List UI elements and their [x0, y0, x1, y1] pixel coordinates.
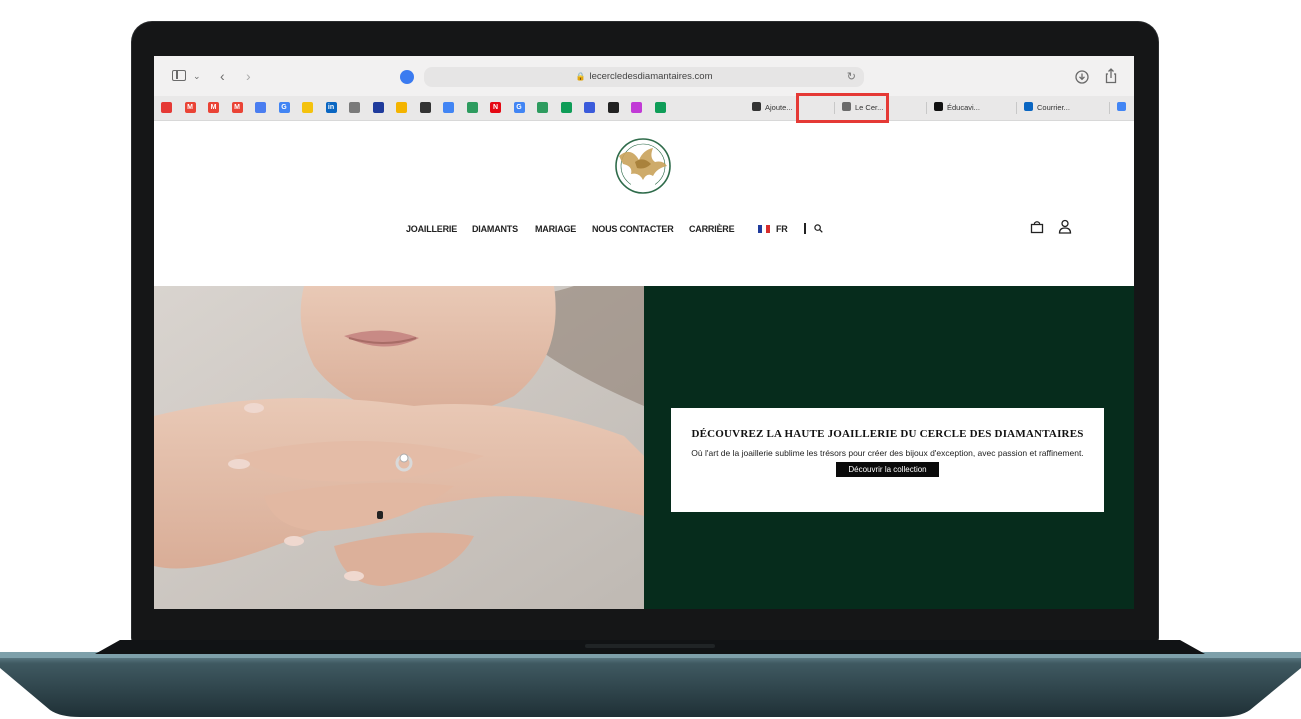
discover-collection-button[interactable]: Découvrir la collection [836, 462, 939, 477]
google-icon[interactable]: G [278, 102, 290, 113]
google-icon[interactable]: G [513, 102, 525, 113]
reload-icon[interactable]: ↻ [847, 70, 856, 83]
gmail-icon[interactable]: M [208, 102, 219, 113]
hero-card: DÉCOUVREZ LA HAUTE JOAILLERIE DU CERCLE … [671, 408, 1104, 512]
france-flag-icon[interactable] [758, 225, 770, 233]
account-icon[interactable] [1058, 219, 1072, 234]
tab-separator [1016, 102, 1017, 114]
nav-diamants[interactable]: DIAMANTS [472, 224, 518, 234]
tab-favicon-icon [934, 102, 943, 111]
browser-toolbar: ⌄ ‹ › 🔒 lecercledesdiamantaires.com ↻ [154, 56, 1134, 96]
laptop-base [0, 640, 1301, 717]
yellow-app-icon[interactable] [396, 102, 407, 113]
nav-mariage[interactable]: MARIAGE [535, 224, 576, 234]
search-icon[interactable] [814, 224, 823, 233]
browser-tab[interactable]: Ajoute... [752, 100, 793, 115]
highlight-box [796, 93, 889, 123]
tab-label: Éducavi... [947, 103, 980, 112]
plane-icon[interactable] [607, 102, 619, 113]
hero-subtitle: Où l'art de la joaillerie sublime les tr… [691, 448, 1084, 458]
star-badge-icon[interactable] [302, 102, 313, 113]
nav-carriere[interactable]: CARRIÈRE [689, 224, 735, 234]
tab-favicon-icon [752, 102, 761, 111]
chart-app-icon[interactable] [466, 102, 478, 113]
purple-app-icon[interactable] [631, 102, 642, 113]
grey-app-icon[interactable] [349, 102, 360, 113]
dark-app-icon[interactable] [419, 102, 431, 113]
browser-tab[interactable]: Courrier... [1024, 100, 1070, 115]
address-bar[interactable]: 🔒 lecercledesdiamantaires.com ↻ [424, 67, 864, 87]
sheets-icon[interactable] [654, 102, 666, 113]
tab-label: Ajoute... [765, 103, 793, 112]
shopping-bag-icon[interactable] [1030, 220, 1044, 234]
netflix-icon[interactable]: N [490, 102, 501, 113]
tab-separator [926, 102, 927, 114]
sparkle-icon[interactable] [255, 102, 266, 113]
tab-label: Courrier... [1037, 103, 1070, 112]
site-logo[interactable] [613, 136, 673, 196]
language-selector[interactable]: FR [776, 224, 788, 234]
lock-icon: 🔒 [575, 72, 586, 81]
browser-tab[interactable]: Éducavi... [934, 100, 980, 115]
nav-joaillerie[interactable]: JOAILLERIE [406, 224, 457, 234]
forward-arrow-icon[interactable]: › [246, 69, 251, 83]
url-text: lecercledesdiamantaires.com [589, 71, 713, 82]
sidebar-toggle-icon[interactable] [172, 70, 186, 81]
screen: ⌄ ‹ › 🔒 lecercledesdiamantaires.com ↻ M M M… [154, 56, 1134, 609]
download-icon[interactable] [1075, 70, 1089, 84]
tab-favicon-icon [1024, 102, 1033, 111]
flag-icon[interactable] [372, 102, 384, 113]
nav-nous-contacter[interactable]: NOUS CONTACTER [592, 224, 674, 234]
extension-icon[interactable] [400, 70, 414, 84]
browser-tab[interactable] [1117, 100, 1130, 115]
tab-separator [1109, 102, 1110, 114]
chart-app-icon[interactable] [537, 102, 548, 113]
bookmark-red-icon[interactable] [161, 102, 172, 113]
share-icon[interactable] [1104, 68, 1118, 84]
tab-favicon-icon [1117, 102, 1126, 111]
favorites-bar: M M M Gin N G Ajoute... Le Cer... Éducavi... Cour… [154, 96, 1134, 121]
blue-circle-icon[interactable] [584, 102, 595, 113]
chevron-down-icon[interactable]: ⌄ [193, 69, 201, 83]
hero-image [154, 286, 644, 609]
pinwheel-icon[interactable] [443, 102, 454, 113]
drive-icon[interactable] [560, 102, 572, 113]
hero-title: DÉCOUVREZ LA HAUTE JOAILLERIE DU CERCLE … [691, 428, 1084, 440]
gmail-icon[interactable]: M [184, 102, 196, 113]
back-arrow-icon[interactable]: ‹ [220, 69, 225, 83]
gmail-icon[interactable]: M [231, 102, 243, 113]
linkedin-icon[interactable]: in [325, 102, 337, 113]
nav-divider [804, 223, 806, 234]
